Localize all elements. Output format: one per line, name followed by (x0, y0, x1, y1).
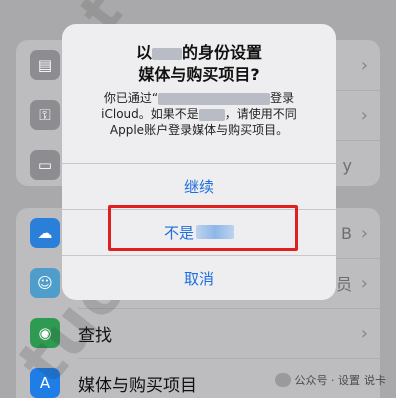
redacted-account (158, 92, 271, 105)
password-key-icon: ⚿ (30, 100, 60, 130)
alert-message-prefix: 你已通过“ (103, 91, 159, 105)
settings-row-label: 媒体与购买项目 (78, 375, 197, 396)
alert-message-line3: Apple账户登录媒体与购买项目。 (109, 123, 289, 137)
settings-row-value: y (342, 155, 352, 175)
alert-message-suffix: 登录 (270, 91, 295, 105)
redacted-name (198, 108, 225, 121)
setup-media-purchases-alert: 以 的身份设置 媒体与购买项目? 你已通过“ 登录 iCloud。如果不是 ，请使用不… (62, 24, 336, 300)
alert-message-line2-prefix: iCloud。如果不是 (101, 107, 199, 121)
alert-message: 你已通过“ 登录 iCloud。如果不是 ，请使用不同 Apple账户登录媒体与购买… (62, 90, 336, 138)
alert-title-suffix: 的身份设置 (182, 43, 263, 62)
continue-button[interactable]: 继续 (62, 163, 336, 209)
settings-row-value: 员 (335, 275, 352, 294)
app-store-icon: A (30, 368, 60, 398)
settings-row-find-my[interactable]: ◉ 查找 › (16, 308, 380, 358)
wechat-icon (274, 373, 291, 387)
settings-row-value: B (341, 223, 352, 243)
payment-card-icon: ▭ (30, 150, 60, 180)
contact-card-icon: ▤ (30, 50, 60, 80)
icloud-icon: ☁ (30, 218, 60, 248)
chevron-right-icon: › (360, 222, 368, 244)
chevron-right-icon: › (360, 104, 368, 126)
chevron-right-icon: › (360, 272, 368, 294)
redacted-name (152, 47, 182, 60)
annotation-highlight-box (108, 205, 298, 251)
footer-text: 公众号 · 设置 (294, 374, 361, 387)
alert-title-prefix: 以 (135, 43, 152, 62)
cancel-button[interactable]: 取消 (62, 255, 336, 300)
footer-extra: 说卡 (364, 374, 386, 387)
family-icon: ☺ (30, 268, 60, 298)
chevron-right-icon: › (360, 54, 368, 76)
find-my-icon: ◉ (30, 318, 60, 348)
chevron-right-icon: › (360, 322, 368, 344)
alert-message-line2-suffix: ，请使用不同 (224, 107, 297, 121)
footer-credit: 公众号 · 设置 说卡 (274, 372, 386, 388)
alert-title-line2: 媒体与购买项目? (138, 65, 260, 84)
alert-title: 以 的身份设置 媒体与购买项目? (62, 42, 336, 86)
settings-row-label: 查找 (78, 325, 112, 346)
